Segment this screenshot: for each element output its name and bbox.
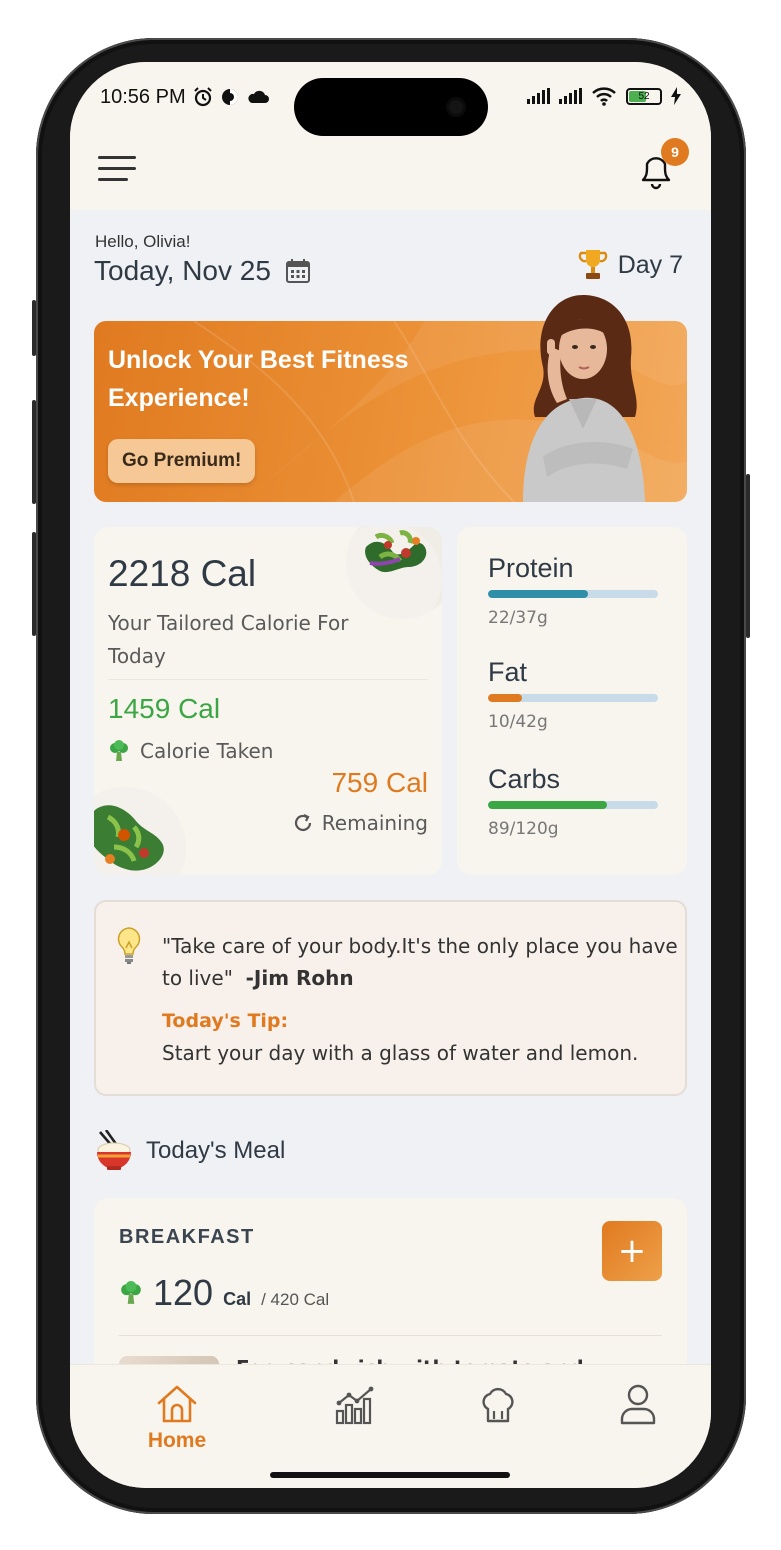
user-icon [620, 1384, 656, 1425]
wifi-icon [592, 87, 616, 106]
calendar-icon[interactable] [285, 258, 311, 284]
tip-label: Today's Tip: [162, 1010, 289, 1032]
date-row: Today, Nov 25 [94, 255, 311, 287]
calorie-total: 2218 Cal [108, 553, 257, 594]
alarm-icon [193, 87, 212, 107]
tab-recipes[interactable] [448, 1383, 548, 1425]
macro-progress-track [488, 590, 658, 598]
chef-hat-icon [482, 1387, 514, 1423]
meal-calories: 120 [153, 1272, 214, 1313]
bottom-tab-bar: Home [70, 1364, 711, 1488]
trophy-icon [578, 250, 607, 279]
meals-section-header: Today's Meal [94, 1130, 285, 1172]
day-label: Day 7 [617, 250, 683, 279]
calorie-remaining-value: 759 Cal [331, 767, 428, 798]
greeting-text: Hello, Olivia! [95, 232, 191, 251]
salad-plate [346, 527, 442, 619]
volume-up-button [32, 400, 36, 504]
calorie-taken-row: Calorie Taken [108, 739, 273, 763]
macro-value: 89/120g [488, 819, 559, 839]
macro-value: 22/37g [488, 608, 548, 628]
mute-switch [32, 300, 36, 356]
salad-plate [94, 787, 186, 875]
data-saver-icon [221, 89, 238, 105]
broccoli-icon [121, 1281, 141, 1304]
macro-name: Fat [488, 657, 528, 687]
calorie-taken-label: Calorie Taken [140, 739, 274, 763]
quote-card: "Take care of your body.It's the only pl… [94, 900, 687, 1096]
broccoli-icon [110, 740, 128, 761]
menu-line [98, 167, 136, 170]
page-title: Today, Nov 25 [94, 255, 271, 286]
macro-name: Carbs [488, 764, 561, 794]
status-time: 10:56 PM [100, 85, 186, 108]
tab-label: Home [147, 1429, 207, 1452]
calorie-card[interactable]: 2218 Cal Your Tailored Calorie For Today… [94, 527, 442, 875]
add-breakfast-button[interactable]: + [602, 1221, 662, 1281]
meal-calorie-row: 120 Cal / 420 Cal [119, 1272, 329, 1314]
macro-fat: Fat 10/42g [488, 657, 658, 732]
salad-image-top [346, 527, 442, 619]
quote-text: "Take care of your body.It's the only pl… [162, 934, 678, 990]
macro-progress-fill [488, 694, 522, 702]
volume-down-button [32, 532, 36, 636]
notification-badge: 9 [661, 138, 689, 166]
tab-stats[interactable] [305, 1383, 405, 1425]
app-bar: 9 [70, 132, 711, 210]
banner-title: Unlock Your Best Fitness Experience! [108, 346, 409, 412]
rice-bowl-icon [97, 1130, 131, 1170]
battery-level: 52 [638, 90, 650, 102]
refresh-icon [294, 814, 311, 832]
calorie-remaining-row: Remaining [292, 811, 428, 835]
go-premium-button[interactable]: Go Premium! [108, 439, 256, 483]
tab-profile[interactable] [588, 1383, 688, 1425]
macro-progress-fill [488, 590, 589, 598]
premium-banner[interactable]: Unlock Your Best Fitness Experience! Go … [94, 295, 687, 502]
macros-card[interactable]: Protein 22/37g Fat 10/42g Carbs 89/120g [457, 527, 687, 875]
home-indicator [270, 1472, 510, 1478]
camera [446, 97, 466, 117]
divider [119, 1335, 662, 1336]
signal-icon-2 [559, 88, 582, 104]
cloud-icon [247, 90, 269, 103]
macro-carbs: Carbs 89/120g [488, 764, 658, 839]
chart-icon [335, 1386, 374, 1425]
thinking-woman-image [523, 295, 645, 502]
menu-line [98, 156, 136, 159]
meal-name: BREAKFAST [119, 1226, 255, 1248]
calorie-remaining-label: Remaining [321, 811, 428, 835]
app-screen: 10:56 PM 52 9 Hello, Olivia! Today, Nov … [70, 62, 711, 1488]
divider [108, 679, 428, 680]
menu-button[interactable] [98, 152, 136, 184]
calorie-taken-value: 1459 Cal [108, 693, 221, 724]
signal-icon-1 [527, 88, 550, 104]
home-icon [157, 1385, 197, 1423]
battery-icon: 52 [626, 87, 662, 105]
meal-calorie-unit: Cal [223, 1289, 252, 1309]
macro-progress-track [488, 801, 658, 809]
macro-name: Protein [488, 553, 574, 583]
quote-author: -Jim Rohn [245, 966, 354, 990]
power-button [746, 474, 750, 638]
menu-line [98, 178, 128, 181]
charging-icon [671, 87, 681, 105]
macro-progress-fill [488, 801, 607, 809]
dynamic-island [294, 78, 488, 136]
status-right-icons: 52 [527, 86, 681, 106]
calorie-subtitle: Your Tailored Calorie For Today [108, 611, 349, 668]
macro-protein: Protein 22/37g [488, 553, 658, 628]
lightbulb-icon [117, 927, 141, 964]
tip-text: Start your day with a glass of water and… [162, 1041, 639, 1065]
macro-value: 10/42g [488, 712, 548, 732]
quote-text-block: "Take care of your body.It's the only pl… [162, 930, 682, 994]
macro-progress-track [488, 694, 658, 702]
salad-image-bottom [94, 787, 186, 875]
tab-home[interactable]: Home [127, 1383, 227, 1453]
meal-calorie-target: / 420 Cal [261, 1290, 330, 1309]
day-streak: Day 7 [578, 248, 683, 282]
meals-section-title: Today's Meal [146, 1137, 286, 1164]
